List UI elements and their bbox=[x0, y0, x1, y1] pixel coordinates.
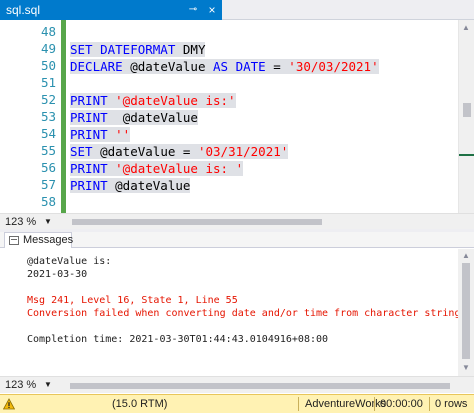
sql-keyword: PRINT bbox=[70, 110, 123, 125]
sql-identifier: @dateValue bbox=[130, 59, 214, 74]
line-number: 54 bbox=[40, 126, 56, 141]
sql-keyword: AS DATE bbox=[213, 59, 274, 74]
sql-keyword: PRINT bbox=[70, 161, 116, 176]
selection-highlight: DECLARE @dateValue AS DATE = '30/03/2021… bbox=[70, 59, 379, 74]
code-area[interactable]: SET DATEFORMAT DMY DECLARE @dateValue AS … bbox=[70, 20, 458, 213]
sql-keyword: SET bbox=[70, 144, 101, 159]
selection-highlight: PRINT '@dateValue is:' bbox=[70, 93, 236, 108]
selection-highlight: PRINT @dateValue bbox=[70, 178, 191, 193]
status-divider bbox=[429, 397, 430, 411]
close-icon[interactable]: × bbox=[205, 3, 219, 17]
editor-zoom-row: 123 % ▼ bbox=[0, 213, 474, 229]
tab-messages[interactable]: Messages bbox=[4, 232, 74, 248]
code-line: PRINT '@dateValue is: ' bbox=[70, 160, 244, 177]
scrollbar-thumb[interactable] bbox=[72, 219, 322, 225]
selection-highlight: PRINT '' bbox=[70, 127, 131, 142]
messages-vertical-scrollbar[interactable]: ▲ ▼ bbox=[458, 249, 474, 376]
sql-keyword: PRINT bbox=[70, 178, 116, 193]
sql-identifier: @dateValue bbox=[115, 178, 191, 193]
code-line: PRINT '@dateValue is:' bbox=[70, 92, 236, 109]
code-line: PRINT @dateValue bbox=[70, 109, 198, 126]
editor-vertical-scrollbar[interactable]: ▲ bbox=[458, 20, 474, 213]
status-bar: (15.0 RTM) AdventureWorks 00:00:00 0 row… bbox=[0, 394, 474, 413]
query-editor[interactable]: 48 49 50 51 52 53 54 55 56 57 58 SET DATEFORMAT DM… bbox=[0, 20, 474, 213]
message-line: Completion time: 2021-03-30T01:44:43.010… bbox=[27, 334, 329, 345]
tab-sql-file[interactable]: sql.sql ⊸ × bbox=[0, 0, 222, 20]
scrollbar-caret-marker bbox=[459, 154, 474, 156]
status-elapsed-time: 00:00:00 bbox=[380, 398, 423, 410]
status-divider bbox=[374, 397, 375, 411]
results-zoom-dropdown[interactable]: 123 % ▼ bbox=[2, 377, 56, 393]
line-number: 49 bbox=[40, 41, 56, 56]
editor-horizontal-scrollbar[interactable] bbox=[60, 217, 458, 227]
sql-identifier: @dateValue bbox=[122, 110, 198, 125]
status-row-count: 0 rows bbox=[435, 398, 468, 410]
messages-icon bbox=[9, 236, 19, 245]
line-number: 53 bbox=[40, 109, 56, 124]
line-number: 48 bbox=[40, 24, 56, 39]
results-horizontal-scrollbar[interactable] bbox=[60, 381, 458, 391]
sql-string: '@dateValue is:' bbox=[115, 93, 236, 108]
line-number: 57 bbox=[40, 177, 56, 192]
selection-highlight: PRINT @dateValue bbox=[70, 110, 198, 125]
selection-highlight: SET DATEFORMAT DMY bbox=[70, 42, 206, 57]
sql-identifier: @dateValue bbox=[100, 144, 183, 159]
line-number: 56 bbox=[40, 160, 56, 175]
document-tab-strip: sql.sql ⊸ × bbox=[0, 0, 474, 20]
warning-icon bbox=[3, 398, 15, 410]
sql-identifier: = bbox=[182, 144, 198, 159]
zoom-value: 123 % bbox=[5, 379, 37, 391]
line-number: 50 bbox=[40, 58, 56, 73]
scroll-up-icon[interactable]: ▲ bbox=[462, 23, 470, 32]
sql-identifier: = bbox=[273, 59, 289, 74]
sql-keyword: DECLARE bbox=[70, 59, 131, 74]
scroll-up-icon[interactable]: ▲ bbox=[462, 251, 470, 260]
message-line: 2021-03-30 bbox=[27, 269, 88, 280]
change-tracking-bar bbox=[61, 20, 66, 213]
results-tab-strip: Messages bbox=[0, 232, 474, 248]
zoom-value: 123 % bbox=[5, 216, 37, 228]
sql-string: '@dateValue is: ' bbox=[115, 161, 244, 176]
sql-string: '30/03/2021' bbox=[288, 59, 379, 74]
messages-pane[interactable]: @dateValue is: 2021-03-30 Msg 241, Level 1… bbox=[0, 249, 474, 376]
scroll-down-icon[interactable]: ▼ bbox=[462, 363, 470, 372]
scrollbar-thumb[interactable] bbox=[463, 103, 471, 117]
editor-zoom-dropdown[interactable]: 123 % ▼ bbox=[2, 214, 56, 230]
chevron-down-icon: ▼ bbox=[44, 217, 52, 226]
code-line: SET DATEFORMAT DMY bbox=[70, 41, 206, 58]
sql-identifier: DMY bbox=[182, 42, 206, 57]
line-number: 58 bbox=[40, 194, 56, 209]
line-number: 55 bbox=[40, 143, 56, 158]
tab-messages-label: Messages bbox=[23, 234, 74, 246]
scrollbar-thumb[interactable] bbox=[70, 383, 450, 389]
tab-title: sql.sql bbox=[6, 3, 41, 17]
line-number-gutter: 48 49 50 51 52 53 54 55 56 57 58 bbox=[0, 20, 62, 213]
line-number: 51 bbox=[40, 75, 56, 90]
sql-keyword: PRINT bbox=[70, 93, 116, 108]
results-zoom-row: 123 % ▼ bbox=[0, 376, 474, 393]
line-number: 52 bbox=[40, 92, 56, 107]
sql-keyword: SET DATEFORMAT bbox=[70, 42, 183, 57]
status-divider bbox=[298, 397, 299, 411]
sql-string: '' bbox=[115, 127, 131, 142]
error-message-line: Conversion failed when converting date a… bbox=[27, 308, 467, 319]
chevron-down-icon: ▼ bbox=[44, 380, 52, 389]
code-line: SET @dateValue = '03/31/2021' bbox=[70, 143, 289, 160]
pin-icon[interactable]: ⊸ bbox=[186, 3, 200, 17]
code-line: PRINT @dateValue bbox=[70, 177, 191, 194]
sql-keyword: PRINT bbox=[70, 127, 116, 142]
sql-string: '03/31/2021' bbox=[197, 144, 289, 159]
scrollbar-thumb[interactable] bbox=[462, 263, 470, 359]
error-message-line: Msg 241, Level 16, State 1, Line 55 bbox=[27, 295, 238, 306]
message-line: @dateValue is: bbox=[27, 256, 112, 267]
code-line: DECLARE @dateValue AS DATE = '30/03/2021… bbox=[70, 58, 379, 75]
code-line: PRINT '' bbox=[70, 126, 131, 143]
status-server-version: (15.0 RTM) bbox=[112, 398, 168, 410]
selection-highlight: PRINT '@dateValue is: ' bbox=[70, 161, 244, 176]
selection-highlight: SET @dateValue = '03/31/2021' bbox=[70, 144, 289, 159]
